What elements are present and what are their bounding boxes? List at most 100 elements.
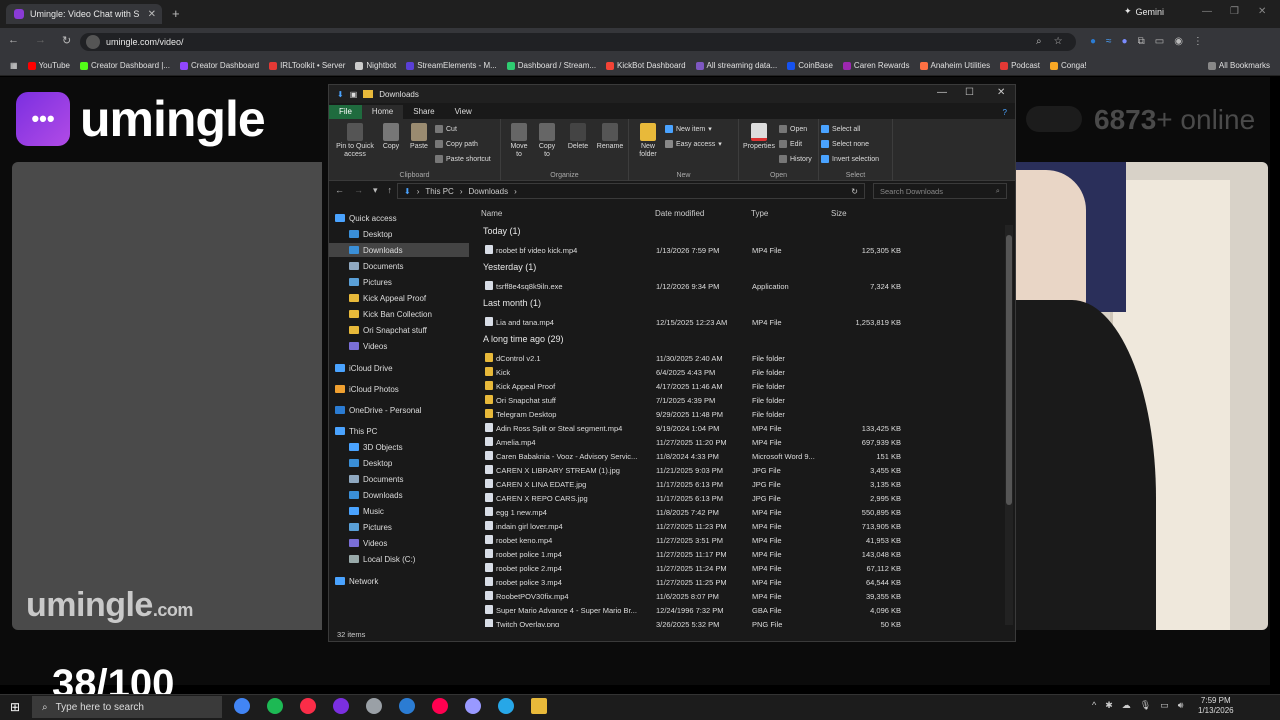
minimize-browser-icon[interactable]: —	[1202, 6, 1212, 17]
zoom-icon[interactable]: ⌕	[1036, 36, 1042, 47]
copy-to-button[interactable]: Copy to	[535, 123, 559, 159]
bookmark-item[interactable]: Creator Dashboard |...	[80, 61, 170, 70]
file-row[interactable]: roobet bf video kick.mp4 1/13/2026 7:59 P…	[475, 243, 1007, 257]
new-folder-button[interactable]: New folder	[635, 123, 661, 159]
bookmark-item[interactable]: Creator Dashboard	[180, 61, 259, 70]
microphone-icon[interactable]: 🎙︎	[1140, 700, 1151, 711]
save-icon[interactable]: ▣	[350, 90, 358, 99]
nav-item[interactable]: OneDrive - Personal	[329, 403, 469, 417]
camera-toggle[interactable]	[1026, 106, 1082, 132]
taskbar-app-icon[interactable]	[432, 698, 448, 714]
nav-item[interactable]: Downloads	[329, 243, 469, 257]
new-tab-button[interactable]: +	[172, 6, 180, 21]
file-row[interactable]: roobet police 3.mp4 11/27/2025 11:25 PM MP…	[475, 575, 1007, 589]
file-row[interactable]: CAREN X REPO CARS.jpg 11/17/2025 6:13 PM J…	[475, 491, 1007, 505]
nav-item[interactable]: Pictures	[329, 520, 469, 534]
nav-item[interactable]: Quick access	[329, 211, 469, 225]
taskbar-app-icon[interactable]	[465, 698, 481, 714]
tab-file[interactable]: File	[329, 105, 362, 119]
paste-button[interactable]: Paste	[407, 123, 431, 151]
breadcrumb-downloads[interactable]: Downloads	[469, 187, 509, 196]
nav-item[interactable]: This PC	[329, 424, 469, 438]
easy-access-button[interactable]: Easy access ▾	[665, 140, 722, 148]
nav-item[interactable]: Music	[329, 504, 469, 518]
taskbar-app-icon[interactable]	[498, 698, 514, 714]
file-row[interactable]: RoobetPOV30fix.mp4 11/6/2025 8:07 PM MP4 F…	[475, 589, 1007, 603]
paste-shortcut-button[interactable]: Paste shortcut	[435, 155, 491, 163]
address-bar[interactable]: umingle.com/video/	[80, 33, 1076, 51]
nav-item[interactable]: Videos	[329, 536, 469, 550]
delete-button[interactable]: Delete	[565, 123, 591, 151]
taskbar-app-icon[interactable]	[366, 698, 382, 714]
column-date-modified[interactable]: Date modified	[655, 209, 704, 218]
bookmark-item[interactable]: Dashboard / Stream...	[506, 61, 596, 70]
nav-item[interactable]: Documents	[329, 472, 469, 486]
history-button[interactable]: History	[779, 155, 812, 163]
puzzle-icon[interactable]: ⧉	[1138, 36, 1145, 47]
nav-item[interactable]: 3D Objects	[329, 440, 469, 454]
properties-button[interactable]: Properties	[741, 123, 777, 151]
back-arrow-icon[interactable]: ←	[8, 34, 19, 47]
file-row[interactable]: Lia and tana.mp4 12/15/2025 12:23 AM MP4 F…	[475, 315, 1007, 329]
group-header[interactable]: A long time ago (29)	[483, 334, 564, 344]
forward-arrow-icon[interactable]: →	[35, 34, 46, 47]
side-panel-icon[interactable]: ▭	[1155, 36, 1164, 47]
invert-selection-button[interactable]: Invert selection	[821, 155, 879, 163]
scrollbar-thumb[interactable]	[1006, 235, 1012, 505]
network-icon[interactable]: ✱	[1105, 700, 1113, 711]
taskbar-app-icon[interactable]	[300, 698, 316, 714]
forward-arrow-icon[interactable]: →	[354, 185, 363, 196]
file-row[interactable]: Kick Appeal Proof 4/17/2025 11:46 AM File …	[475, 379, 1007, 393]
file-row[interactable]: tsrff8e4sq8k9iln.exe 1/12/2026 9:34 PM App…	[475, 279, 1007, 293]
file-row[interactable]: Kick 6/4/2025 4:43 PM File folder	[475, 365, 1007, 379]
bookmark-star-icon[interactable]: ☆	[1054, 36, 1063, 47]
taskbar-app-icon[interactable]	[531, 698, 547, 714]
file-row[interactable]: dControl v2.1 11/30/2025 2:40 AM File fold…	[475, 351, 1007, 365]
close-tab-icon[interactable]: ✕	[148, 9, 156, 20]
umingle-logo[interactable]: ••• umingle	[16, 90, 266, 148]
minimize-icon[interactable]: —	[937, 87, 947, 98]
bookmark-item[interactable]: Anaheim Utilities	[919, 61, 990, 70]
group-header[interactable]: Yesterday (1)	[483, 262, 536, 272]
breadcrumb[interactable]: ⬇ › This PC › Downloads › ↻	[397, 183, 865, 199]
bookmark-item[interactable]: CoinBase	[787, 61, 833, 70]
nav-item[interactable]: Ori Snapchat stuff	[329, 323, 469, 337]
nav-item[interactable]: iCloud Photos	[329, 382, 469, 396]
browser-tab[interactable]: Umingle: Video Chat with S ✕	[6, 4, 162, 24]
taskbar-app-icon[interactable]	[399, 698, 415, 714]
select-all-button[interactable]: Select all	[821, 125, 860, 133]
nav-item[interactable]: Pictures	[329, 275, 469, 289]
open-button[interactable]: Open	[779, 125, 807, 133]
windows-start-icon[interactable]: ⊞	[10, 700, 20, 714]
file-row[interactable]: Super Mario Advance 4 - Super Mario Br..…	[475, 603, 1007, 617]
file-row[interactable]: roobet police 1.mp4 11/27/2025 11:17 PM MP…	[475, 547, 1007, 561]
help-icon[interactable]: ?	[1003, 108, 1007, 117]
restore-browser-icon[interactable]: ❐	[1230, 6, 1239, 17]
bookmark-item[interactable]: Nightbot	[355, 61, 396, 70]
column-type[interactable]: Type	[751, 209, 768, 218]
taskbar-app-icon[interactable]	[333, 698, 349, 714]
nav-item[interactable]: Kick Ban Collection	[329, 307, 469, 321]
nav-item[interactable]: iCloud Drive	[329, 361, 469, 375]
nav-item[interactable]: Desktop	[329, 227, 469, 241]
copy-button[interactable]: Copy	[379, 123, 403, 151]
bookmark-item[interactable]: Caren Rewards	[842, 61, 910, 70]
up-arrow-icon[interactable]: ↑	[388, 185, 393, 196]
site-info-icon[interactable]	[86, 35, 100, 49]
group-header[interactable]: Today (1)	[483, 226, 521, 236]
bookmark-item[interactable]: All streaming data...	[695, 61, 777, 70]
extension-icon[interactable]: ●	[1090, 36, 1096, 47]
nav-item[interactable]: Videos	[329, 339, 469, 353]
column-name[interactable]: Name	[481, 209, 502, 218]
chevron-up-icon[interactable]: ^	[1092, 700, 1096, 711]
pin-quick-access-button[interactable]: Pin to Quick access	[333, 123, 377, 159]
cut-button[interactable]: Cut	[435, 125, 457, 133]
nav-item[interactable]: Desktop	[329, 456, 469, 470]
file-row[interactable]: roobet keno.mp4 11/27/2025 3:51 PM MP4 Fil…	[475, 533, 1007, 547]
file-row[interactable]: roobet police 2.mp4 11/27/2025 11:24 PM MP…	[475, 561, 1007, 575]
taskbar-app-icon[interactable]	[267, 698, 283, 714]
tab-share[interactable]: Share	[403, 105, 444, 119]
recent-chevron-icon[interactable]: ▾	[373, 185, 378, 196]
volume-icon[interactable]: 🔊︎	[1178, 700, 1184, 711]
back-arrow-icon[interactable]: ←	[335, 185, 344, 196]
